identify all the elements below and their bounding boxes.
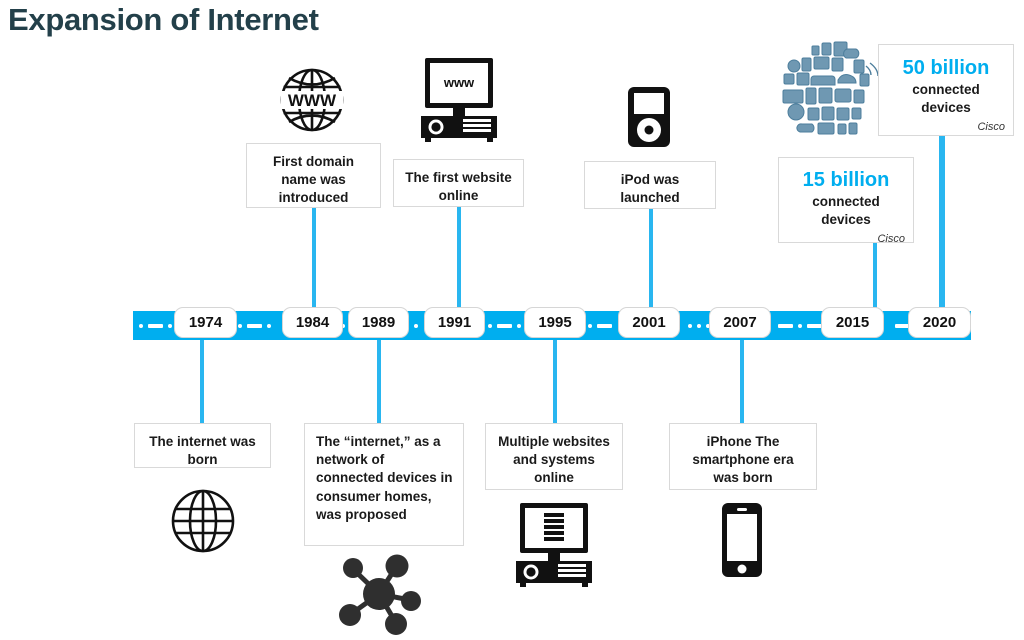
connector-1974	[200, 338, 204, 423]
stat-body-2020: connected devices	[912, 82, 980, 115]
dash-dot-icon	[488, 323, 492, 328]
connector-2001	[649, 209, 653, 314]
dash-dot-icon	[697, 323, 701, 328]
dash-dot-icon	[139, 323, 143, 328]
year-pill-2001[interactable]: 2001	[618, 307, 680, 338]
dash-dot-icon	[798, 323, 802, 328]
dash-dot-icon	[414, 323, 418, 328]
dash-dot-icon	[588, 323, 592, 328]
callout-2015: 15 billion connected devices Cisco	[778, 157, 914, 245]
dash-dot-icon	[517, 323, 521, 328]
stat-number-2015: 15 billion	[802, 169, 890, 191]
desktop-list-icon	[511, 500, 597, 588]
desktop-www-icon: www	[416, 55, 502, 143]
iot-cluster-icon	[777, 37, 883, 139]
connector-2020	[939, 133, 945, 314]
dash-dot-icon	[238, 323, 242, 328]
timeline-dashes	[488, 323, 521, 328]
connector-2007	[740, 338, 744, 423]
year-pill-1974[interactable]: 1974	[174, 307, 237, 338]
year-pill-1995[interactable]: 1995	[524, 307, 586, 338]
monitor-screen-label: www	[443, 75, 475, 90]
infographic-canvas: Expansion of Internet 1974 1984 1989 199…	[0, 0, 1024, 640]
stat-body-2015: connected devices	[812, 194, 880, 227]
stat-source-2015: Cisco	[877, 233, 905, 246]
stat-source-2020: Cisco	[977, 121, 1005, 134]
www-globe-icon: WWW	[277, 58, 347, 142]
dash-dot-icon	[267, 323, 271, 328]
callout-2020: 50 billion connected devices Cisco	[878, 44, 1014, 136]
year-pill-1989[interactable]: 1989	[348, 307, 409, 338]
dash-long-icon	[597, 323, 612, 328]
page-title: Expansion of Internet	[8, 2, 319, 37]
stat-number-2020: 50 billion	[902, 57, 990, 79]
dash-long-icon	[148, 323, 163, 328]
connector-1984	[312, 208, 316, 314]
callout-2007: iPhone The smartphone era was born	[669, 423, 817, 490]
connector-1991	[457, 206, 461, 314]
ipod-icon	[624, 84, 674, 150]
callout-1984: First domain name was introduced	[246, 143, 381, 208]
year-pill-2007[interactable]: 2007	[709, 307, 771, 338]
year-pill-2015[interactable]: 2015	[821, 307, 884, 338]
year-pill-2020[interactable]: 2020	[908, 307, 971, 338]
timeline-dashes	[139, 323, 172, 328]
timeline-dashes	[238, 323, 271, 328]
globe-icon	[168, 486, 238, 556]
network-nodes-icon	[333, 552, 425, 636]
dash-long-icon	[497, 323, 512, 328]
dash-dot-icon	[688, 323, 692, 328]
callout-1974: The internet was born	[134, 423, 271, 468]
callout-1991: The first website online	[393, 159, 524, 207]
year-pill-1991[interactable]: 1991	[424, 307, 485, 338]
smartphone-icon	[716, 500, 768, 580]
dash-long-icon	[807, 323, 822, 328]
www-globe-label: WWW	[288, 91, 337, 110]
connector-1989	[377, 338, 381, 423]
timeline-dashes	[778, 323, 822, 328]
callout-1989: The “internet,” as a network of connecte…	[304, 423, 464, 546]
year-pill-1984[interactable]: 1984	[282, 307, 343, 338]
connector-2015	[873, 243, 877, 314]
timeline-dashes	[688, 323, 710, 328]
dash-dot-icon	[168, 323, 172, 328]
dash-long-icon	[247, 323, 262, 328]
timeline-dashes	[414, 323, 418, 328]
callout-1995: Multiple websites and systems online	[485, 423, 623, 490]
callout-2001: iPod was launched	[584, 161, 716, 209]
connector-1995	[553, 338, 557, 423]
timeline-dashes	[588, 323, 612, 328]
dash-long-icon	[778, 323, 793, 328]
